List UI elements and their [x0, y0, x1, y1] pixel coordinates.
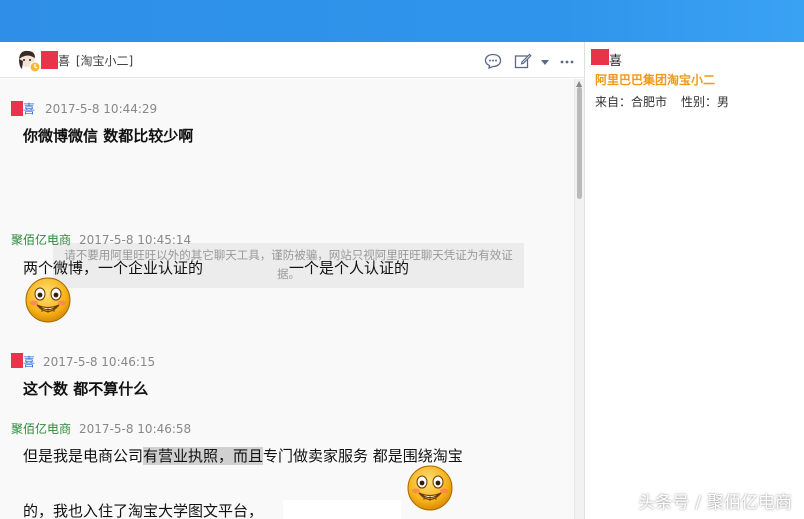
- message-text-part: 但是我是电商公司: [23, 447, 144, 465]
- message-text: 两个微博，一个企业认证的: [23, 259, 204, 277]
- contact-title: 喜 [淘宝小二]: [58, 52, 133, 69]
- message-text-line2: 的，我也入住了淘宝大学图文平台，: [23, 502, 264, 519]
- message-text-continued: 一个是个人认证的: [289, 259, 410, 277]
- grin-emoji-icon: [24, 276, 72, 324]
- chat-bubble-icon[interactable]: [484, 53, 502, 70]
- contact-name: 喜: [609, 54, 623, 69]
- redaction-mark: [591, 49, 609, 65]
- timestamp: 2017-5-8 10:45:14: [79, 233, 192, 247]
- message-text: 但是我是电商公司有营业执照，而且专门做卖家服务 都是围绕淘宝: [23, 445, 463, 466]
- sender-name: 喜: [23, 102, 36, 116]
- message-text: 这个数 都不算什么: [23, 380, 149, 398]
- blank-area: [283, 500, 401, 519]
- message-meta: 聚佰亿电商 2017-5-8 10:45:14: [11, 231, 191, 248]
- window-title-bar: [0, 0, 804, 42]
- shop-name[interactable]: 阿里巴巴集团淘宝小二: [595, 71, 715, 88]
- scrollbar-thumb[interactable]: [577, 87, 582, 199]
- message-text-part: 专门做卖家服务 都是围绕淘宝: [263, 447, 463, 465]
- sender-name: 聚佰亿电商: [11, 422, 72, 436]
- timestamp: 2017-5-8 10:44:29: [45, 102, 158, 116]
- location-label: 来自：合肥市: [595, 95, 668, 109]
- watermark-right: 聚佰亿电商: [707, 493, 792, 513]
- scrollbar[interactable]: ▲: [574, 79, 584, 519]
- chevron-down-icon[interactable]: [539, 54, 551, 70]
- contact-info-panel: 喜 阿里巴巴集团淘宝小二 来自：合肥市 性别：男: [585, 42, 804, 519]
- watermark-left: 头条号: [638, 493, 690, 513]
- message-list[interactable]: 喜 2017-5-8 10:44:29 你微博微信 数都比较少啊 请不要用阿里旺旺…: [0, 79, 574, 519]
- timestamp: 2017-5-8 10:46:58: [79, 422, 192, 436]
- gender-label: 性别：男: [681, 95, 730, 109]
- watermark-separator: /: [695, 493, 701, 513]
- redaction-mark: [11, 101, 23, 116]
- selected-text[interactable]: 有营业执照，而且: [143, 447, 264, 465]
- message-text: 你微博微信 数都比较少啊: [23, 127, 194, 145]
- message-meta: 喜 2017-5-8 10:46:15: [23, 353, 155, 370]
- sender-name: 聚佰亿电商: [11, 233, 72, 247]
- message-meta: 喜 2017-5-8 10:44:29: [23, 100, 157, 117]
- contact-name: 喜: [58, 54, 71, 68]
- redaction-mark: [41, 51, 58, 69]
- sender-name: 喜: [23, 355, 36, 369]
- avatar[interactable]: [16, 49, 41, 73]
- message-meta: 聚佰亿电商 2017-5-8 10:46:58: [11, 420, 191, 437]
- grin-emoji-icon: [406, 464, 454, 512]
- contact-role: [淘宝小二]: [75, 54, 134, 68]
- timestamp: 2017-5-8 10:46:15: [43, 355, 156, 369]
- chat-header: 喜 [淘宝小二]: [0, 42, 584, 78]
- redaction-mark: [11, 353, 23, 368]
- watermark: 头条号 / 聚佰亿电商: [638, 488, 792, 513]
- contact-details: 来自：合肥市 性别：男: [595, 93, 729, 110]
- more-icon[interactable]: [559, 53, 577, 69]
- edit-icon[interactable]: [514, 53, 532, 69]
